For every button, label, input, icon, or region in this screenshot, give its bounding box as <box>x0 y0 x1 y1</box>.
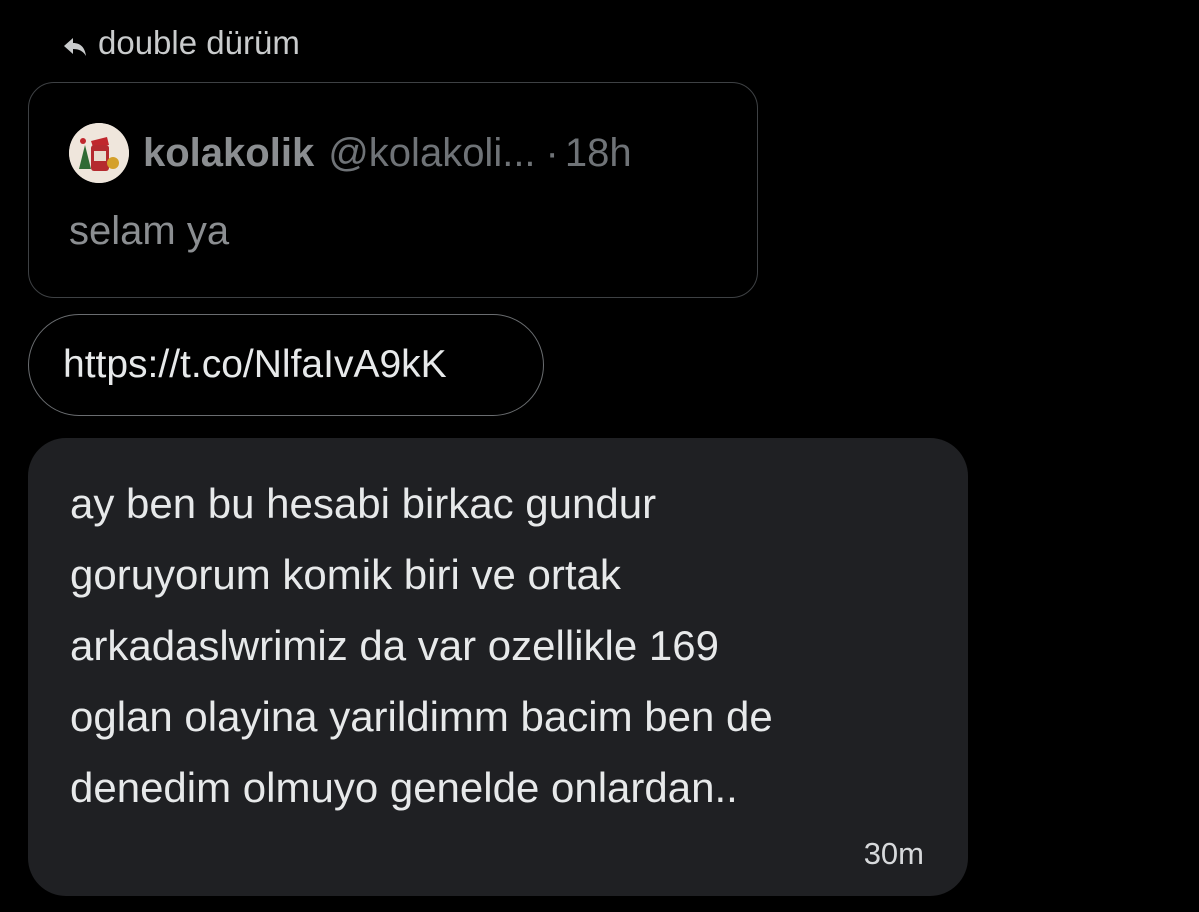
link-message-bubble[interactable]: https://t.co/NlfaIvA9kK <box>28 314 544 416</box>
reply-target-label: double dürüm <box>98 24 300 61</box>
message-bubble[interactable]: ay ben bu hesabi birkac gundur goruyorum… <box>28 438 968 896</box>
avatar-icon[interactable] <box>69 123 129 183</box>
message-timestamp: 30m <box>863 836 924 871</box>
quoted-display-name[interactable]: kolakolik <box>143 131 314 176</box>
quoted-handle[interactable]: @kolakoli... <box>328 131 535 176</box>
quoted-timestamp: 18h <box>564 130 632 175</box>
quoted-tweet-text: selam ya <box>69 209 230 253</box>
dm-conversation: double dürüm kolakolik @kolakoli... · 18… <box>0 0 1199 912</box>
reply-arrow-icon <box>62 30 88 56</box>
message-text: ay ben bu hesabi birkac gundur goruyorum… <box>70 480 773 811</box>
reply-context[interactable]: double dürüm <box>62 22 300 64</box>
quoted-tweet-card[interactable]: kolakolik @kolakoli... · 18h selam ya <box>28 82 758 298</box>
separator-dot: · <box>545 130 559 175</box>
quoted-tweet-header: kolakolik @kolakoli... · 18h <box>69 121 632 185</box>
link-url[interactable]: https://t.co/NlfaIvA9kK <box>63 343 447 387</box>
